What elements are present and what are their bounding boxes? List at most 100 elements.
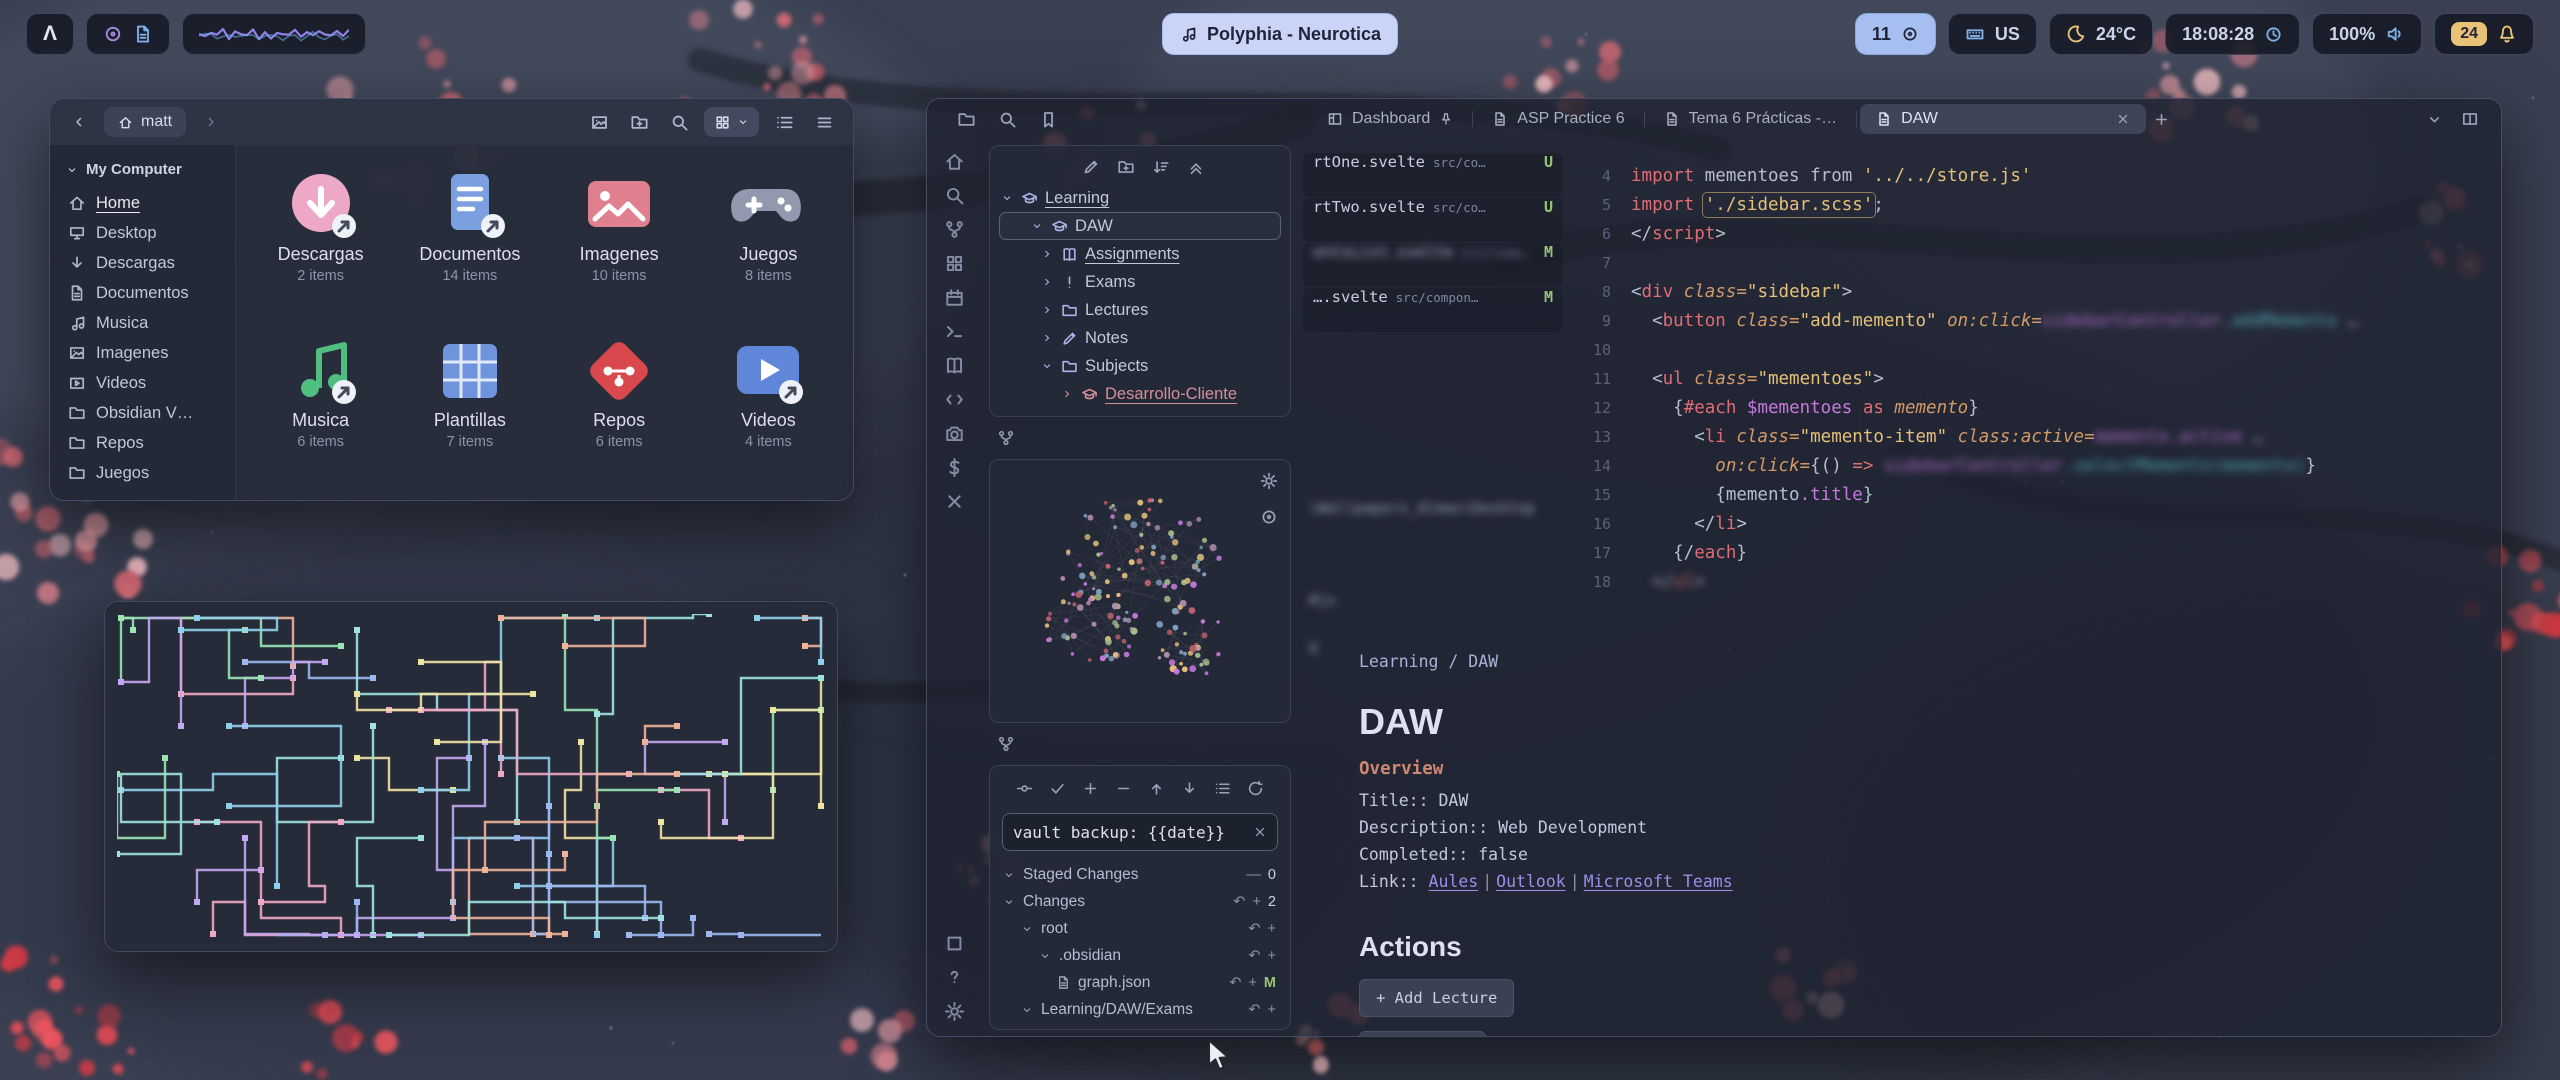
folder-item-juegos[interactable]: Juegos8 items	[694, 163, 843, 323]
folder-item-musica[interactable]: Musica6 items	[246, 329, 395, 489]
sidebar-item-documentos[interactable]: Documentos	[60, 278, 225, 308]
sidebar-item-home[interactable]: Home	[60, 188, 225, 218]
terminal-icon[interactable]	[944, 321, 965, 342]
git-row-learning-daw-exams[interactable]: Learning/DAW/Exams↶+	[990, 996, 1290, 1023]
new-folder-button[interactable]	[624, 107, 654, 137]
wallpaper-button[interactable]	[584, 107, 614, 137]
tree-item-daw[interactable]: DAW	[999, 212, 1281, 240]
upload-icon[interactable]	[1148, 780, 1165, 797]
tab-list-button[interactable]	[2426, 111, 2443, 128]
plus-icon[interactable]	[1082, 780, 1099, 797]
notifications-widget[interactable]: 24	[2434, 13, 2534, 55]
code-line[interactable]: 18 </ul>	[1567, 567, 2501, 596]
grid-icon[interactable]	[944, 253, 965, 274]
git-row--obsidian[interactable]: .obsidian↶+	[990, 942, 1290, 969]
tab-asp-practice-6[interactable]: ASP Practice 6	[1476, 104, 1640, 134]
graph-filter-icon[interactable]	[1260, 508, 1278, 526]
tree-item-notes[interactable]: Notes	[990, 324, 1290, 352]
workspaces-indicator[interactable]: 11	[1855, 13, 1936, 55]
pencil-icon[interactable]	[1082, 158, 1100, 176]
graph-canvas[interactable]	[990, 460, 1290, 722]
clock-widget[interactable]: 18:08:28	[2165, 13, 2300, 55]
code-line[interactable]: 6</script>	[1567, 219, 2501, 248]
breadcrumb[interactable]: matt	[104, 107, 186, 137]
sort-icon[interactable]	[1152, 158, 1170, 176]
tab-daw[interactable]: DAW	[1860, 104, 2146, 134]
menu-button[interactable]	[809, 107, 839, 137]
keyboard-layout-widget[interactable]: US	[1948, 13, 2037, 55]
list-icon[interactable]	[1214, 780, 1231, 797]
folder-item-descargas[interactable]: Descargas2 items	[246, 163, 395, 323]
tree-item-subjects[interactable]: Subjects	[990, 352, 1290, 380]
volume-widget[interactable]: 100%	[2312, 13, 2422, 55]
search-panel-icon[interactable]	[998, 110, 1017, 129]
check-icon[interactable]	[1049, 780, 1066, 797]
git-row-changes[interactable]: Changes↶+2	[990, 888, 1290, 915]
sidebar-item-juegos[interactable]: Juegos	[60, 458, 225, 488]
code-line[interactable]: 8<div class="sidebar">	[1567, 277, 2501, 306]
launcher-button[interactable]: Λ	[26, 13, 74, 55]
note-link-aules[interactable]: Aules	[1429, 872, 1479, 891]
sidebar-item-desktop[interactable]: Desktop	[60, 218, 225, 248]
box-icon[interactable]	[944, 933, 965, 954]
fork-icon[interactable]	[944, 219, 965, 240]
sidebar-item-imagenes[interactable]: Imagenes	[60, 338, 225, 368]
folder-item-repos[interactable]: Repos6 items	[545, 329, 694, 489]
code-line[interactable]: 5import './sidebar.scss';	[1567, 190, 2501, 219]
calendar-icon[interactable]	[944, 287, 965, 308]
code-line[interactable]: 15 {memento.title}	[1567, 480, 2501, 509]
graph-panel-badge[interactable]	[989, 425, 1291, 451]
dollar-icon[interactable]	[944, 457, 965, 478]
forward-button[interactable]	[196, 107, 226, 137]
open-file--svelte[interactable]: ….sveltesrc/compon…M	[1303, 288, 1563, 332]
-add-lecture-button[interactable]: + Add Lecture	[1359, 979, 1514, 1017]
code-line[interactable]: 13 <li class="memento-item" class:active…	[1567, 422, 2501, 451]
folder-item-documentos[interactable]: Documentos14 items	[395, 163, 544, 323]
refresh-icon[interactable]	[1247, 780, 1264, 797]
note-link-microsoft-teams[interactable]: Microsoft Teams	[1584, 872, 1733, 891]
code-line[interactable]: 12 {#each $mementoes as memento}	[1567, 393, 2501, 422]
minus-icon[interactable]	[1115, 780, 1132, 797]
sidebar-item-obsidian-v-[interactable]: Obsidian V…	[60, 398, 225, 428]
graph-settings-icon[interactable]	[1260, 472, 1278, 490]
tree-item-desarrollo-cliente[interactable]: Desarrollo-Cliente	[990, 380, 1290, 408]
split-view-button[interactable]	[2461, 110, 2479, 128]
code-line[interactable]: 14 on:click={() => sidebarController.sel…	[1567, 451, 2501, 480]
tree-item-exams[interactable]: Exams	[990, 268, 1290, 296]
media-player-widget[interactable]: Polyphia - Neurotica	[1162, 13, 1398, 55]
commit-icon[interactable]	[1016, 780, 1033, 797]
code-line[interactable]: 17 {/each}	[1567, 538, 2501, 567]
gear-icon[interactable]	[944, 1001, 965, 1022]
tab-dashboard[interactable]: Dashboard	[1311, 104, 1469, 134]
code-icon[interactable]	[944, 389, 965, 410]
bookmark-icon[interactable]	[1039, 110, 1058, 129]
note-link-outlook[interactable]: Outlook	[1496, 872, 1566, 891]
quick-settings-widget[interactable]	[86, 13, 170, 55]
code-line[interactable]: 7	[1567, 248, 2501, 277]
open-file-rtOne-svelte[interactable]: rtOne.sveltesrc/co…U	[1303, 153, 1563, 197]
power-icon[interactable]	[103, 24, 123, 44]
code-line[interactable]: 10	[1567, 335, 2501, 364]
home-icon[interactable]	[944, 151, 965, 172]
view-mode-toggle[interactable]	[704, 107, 759, 137]
sidebar-item-descargas[interactable]: Descargas	[60, 248, 225, 278]
code-line[interactable]: 4import mementoes from '../../store.js'	[1567, 161, 2501, 190]
code-line[interactable]: 9 <button class="add-memento" on:click=s…	[1567, 306, 2501, 335]
search-button[interactable]	[664, 107, 694, 137]
sidebar-section-title[interactable]: My Computer	[60, 159, 225, 188]
back-button[interactable]	[64, 107, 94, 137]
list-view-button[interactable]	[769, 107, 799, 137]
search-icon[interactable]	[944, 185, 965, 206]
files-panel-icon[interactable]	[957, 110, 976, 129]
code-line[interactable]: 11 <ul class="mementoes">	[1567, 364, 2501, 393]
download-icon[interactable]	[1181, 780, 1198, 797]
sidebar-item-repos[interactable]: Repos	[60, 428, 225, 458]
collapse-icon[interactable]	[1187, 158, 1205, 176]
git-panel-badge[interactable]	[989, 731, 1291, 757]
git-row-staged-changes[interactable]: Staged Changes—0	[990, 861, 1290, 888]
git-row-graph-json[interactable]: graph.json↶+M	[990, 969, 1290, 996]
tree-item-learning[interactable]: Learning	[990, 184, 1290, 212]
folder-item-videos[interactable]: Videos4 items	[694, 329, 843, 489]
close-tab-icon[interactable]	[2116, 110, 2130, 128]
folder-item-plantillas[interactable]: Plantillas7 items	[395, 329, 544, 489]
